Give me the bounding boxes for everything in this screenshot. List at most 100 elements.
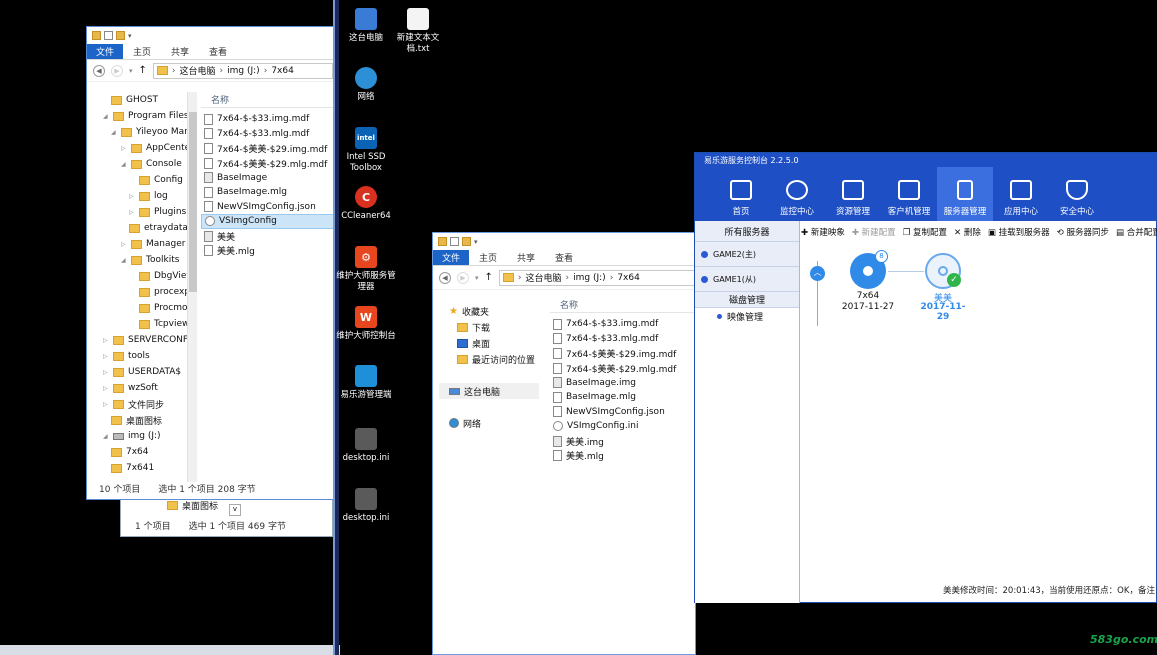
tree-item[interactable]: ▷ Plugins <box>93 204 189 220</box>
action-new-image[interactable]: ✚ 新建映象 <box>801 226 845 238</box>
tab-file[interactable]: 文件 <box>87 44 123 59</box>
file-row[interactable]: BaseImage <box>201 170 333 185</box>
desktop-icon-ccleaner[interactable]: C CCleaner64 <box>336 186 396 222</box>
file-row[interactable]: BaseImage.img <box>550 375 695 390</box>
nav-network[interactable]: 网络 <box>439 415 547 431</box>
nav-this-pc[interactable]: 这台电脑 <box>439 383 539 399</box>
tab-share[interactable]: 共享 <box>161 44 199 59</box>
action-new-config[interactable]: ✚ 新建配置 <box>852 226 896 238</box>
action-copy-config[interactable]: ❐ 复制配置 <box>903 226 947 238</box>
chevron-down-icon[interactable]: ▾ <box>128 32 132 40</box>
desktop-icon-this-pc[interactable]: 这台电脑 <box>336 8 396 44</box>
timeline-collapse-button[interactable]: ︿ <box>810 266 825 281</box>
tree-item[interactable]: 7x641 <box>93 460 189 476</box>
tree-item[interactable]: ◢ Program Files <box>93 108 189 124</box>
file-row[interactable]: NewVSImgConfig.json <box>201 200 333 215</box>
nav-favorites[interactable]: ★ 收藏夹 <box>439 303 547 319</box>
file-row[interactable]: VSImgConfig.ini <box>550 419 695 434</box>
desktop-icon-new-text[interactable]: 新建文本文档.txt <box>388 8 448 55</box>
new-folder-icon[interactable] <box>462 237 471 246</box>
collapse-icon[interactable]: ▷ <box>121 145 127 152</box>
collapse-icon[interactable]: ▷ <box>103 385 109 392</box>
tree-item[interactable]: ▷ AppCenter <box>93 140 189 156</box>
tab-share[interactable]: 共享 <box>507 250 545 265</box>
address-bar[interactable]: › 这台电脑 › img (J:) › 7x64 <box>152 62 333 79</box>
desktop-icon-yileyou[interactable]: 易乐游管理端 <box>336 365 396 401</box>
collapse-icon[interactable]: ▷ <box>121 241 127 248</box>
collapse-icon[interactable]: ▷ <box>103 401 109 408</box>
expand-icon[interactable]: ◢ <box>121 257 127 264</box>
file-row[interactable]: 7x64-$美美-$29.img.mdf <box>550 346 695 361</box>
collapse-icon[interactable]: ▷ <box>103 337 109 344</box>
sidebar-all-servers[interactable]: 所有服务器 <box>695 221 799 242</box>
back-arrow-icon[interactable]: ◀ <box>93 64 105 77</box>
tab-view[interactable]: 查看 <box>199 44 237 59</box>
tree-scrollbar[interactable] <box>187 92 197 482</box>
tree-item[interactable]: ◢ img (J:) <box>93 428 189 444</box>
file-row[interactable]: BaseImage.mlg <box>550 390 695 405</box>
tree-item[interactable]: 桌面图标 <box>93 412 189 428</box>
sidebar-image-mgmt[interactable]: 映像管理 <box>695 308 799 324</box>
action-sync[interactable]: ⟲ 服务器同步 <box>1057 226 1109 238</box>
tree-item[interactable]: GHOST <box>93 92 189 108</box>
nav-downloads[interactable]: 下载 <box>439 319 547 335</box>
tree-item[interactable]: ▷ wzSoft <box>93 380 189 396</box>
file-row[interactable]: 美美.mlg <box>550 448 695 463</box>
column-header-name[interactable]: 名称 <box>201 92 333 108</box>
toolbar-clients[interactable]: 客户机管理 <box>881 167 937 221</box>
tree-item[interactable]: procexp <box>93 284 189 300</box>
action-mount[interactable]: ▣ 挂载到服务器 <box>988 226 1050 238</box>
address-bar[interactable]: › 这台电脑 › img (J:) › 7x64 <box>498 269 695 286</box>
tree-item[interactable]: ▷ log <box>93 188 189 204</box>
tree-item[interactable]: ▷ Manager <box>93 236 189 252</box>
chevron-down-icon[interactable]: ▾ <box>474 238 478 246</box>
tree-item[interactable]: 7x64 <box>93 444 189 460</box>
chevron-down-icon[interactable]: ▾ <box>475 274 479 282</box>
tree-item[interactable]: ▷ 文件同步 <box>93 396 189 412</box>
collapse-icon[interactable]: ▷ <box>103 369 109 376</box>
behind-item[interactable]: 桌面图标 <box>167 499 218 512</box>
new-folder-icon[interactable] <box>116 31 125 40</box>
scrollbar-thumb[interactable] <box>189 112 197 292</box>
expand-icon[interactable]: ◢ <box>103 113 109 120</box>
expand-icon[interactable]: ◢ <box>103 433 109 440</box>
tree-item[interactable]: ◢ Toolkits <box>93 252 189 268</box>
tree-item[interactable]: ▷ USERDATA$ <box>93 364 189 380</box>
file-row[interactable]: 7x64-$-$33.img.mdf <box>550 317 695 332</box>
sidebar-server-game1[interactable]: GAME1(从) <box>695 267 799 292</box>
desktop-icon-network[interactable]: 网络 <box>336 67 396 103</box>
up-arrow-icon[interactable]: ↑ <box>139 65 147 76</box>
file-row[interactable]: 7x64-$-$33.mlg.mdf <box>201 127 333 142</box>
desktop-icon-desktop-ini-2[interactable]: desktop.ini <box>336 488 396 524</box>
column-header-name[interactable]: 名称 <box>550 297 695 313</box>
collapse-icon[interactable]: ▷ <box>129 193 135 200</box>
desktop-icon-maint-console[interactable]: W 维护大师控制台 <box>336 306 396 342</box>
file-row[interactable]: 7x64-$-$33.mlg.mdf <box>550 332 695 347</box>
collapse-icon[interactable]: ▷ <box>129 209 135 216</box>
expand-icon[interactable]: ◢ <box>111 129 117 136</box>
file-row[interactable]: 7x64-$美美-$29.img.mdf <box>201 141 333 156</box>
toolbar-resources[interactable]: 资源管理 <box>825 167 881 221</box>
tab-home[interactable]: 主页 <box>123 44 161 59</box>
forward-arrow-icon[interactable]: ▶ <box>457 271 469 284</box>
tab-view[interactable]: 查看 <box>545 250 583 265</box>
desktop-icon-maint-server[interactable]: ⚙ 维护大师服务管理器 <box>336 246 396 293</box>
toolbar-monitor[interactable]: 监控中心 <box>769 167 825 221</box>
breadcrumb-folder[interactable]: 7x64 <box>617 273 640 283</box>
tree-item[interactable]: Tcpview <box>93 316 189 332</box>
tree-item[interactable]: Procmor <box>93 300 189 316</box>
toolbar-security[interactable]: 安全中心 <box>1049 167 1105 221</box>
tree-item[interactable]: ▷ tools <box>93 348 189 364</box>
tree-item[interactable]: etraydata <box>93 220 189 236</box>
toolbar-home[interactable]: 首页 <box>713 167 769 221</box>
file-row[interactable]: 7x64-$美美-$29.mlg.mdf <box>550 361 695 376</box>
toolbar-servers[interactable]: 服务器管理 <box>937 167 993 221</box>
toolbar-apps[interactable]: 应用中心 <box>993 167 1049 221</box>
file-row[interactable]: 美美.mlg <box>201 243 333 258</box>
breadcrumb-drive[interactable]: img (J:) <box>573 273 606 283</box>
forward-arrow-icon[interactable]: ▶ <box>111 64 123 77</box>
desktop-icon-desktop-ini-1[interactable]: desktop.ini <box>336 428 396 464</box>
desktop-icon-intel-ssd[interactable]: intel Intel SSD Toolbox <box>336 127 396 174</box>
breadcrumb-drive[interactable]: img (J:) <box>227 66 260 76</box>
breadcrumb-this-pc[interactable]: 这台电脑 <box>180 64 216 77</box>
